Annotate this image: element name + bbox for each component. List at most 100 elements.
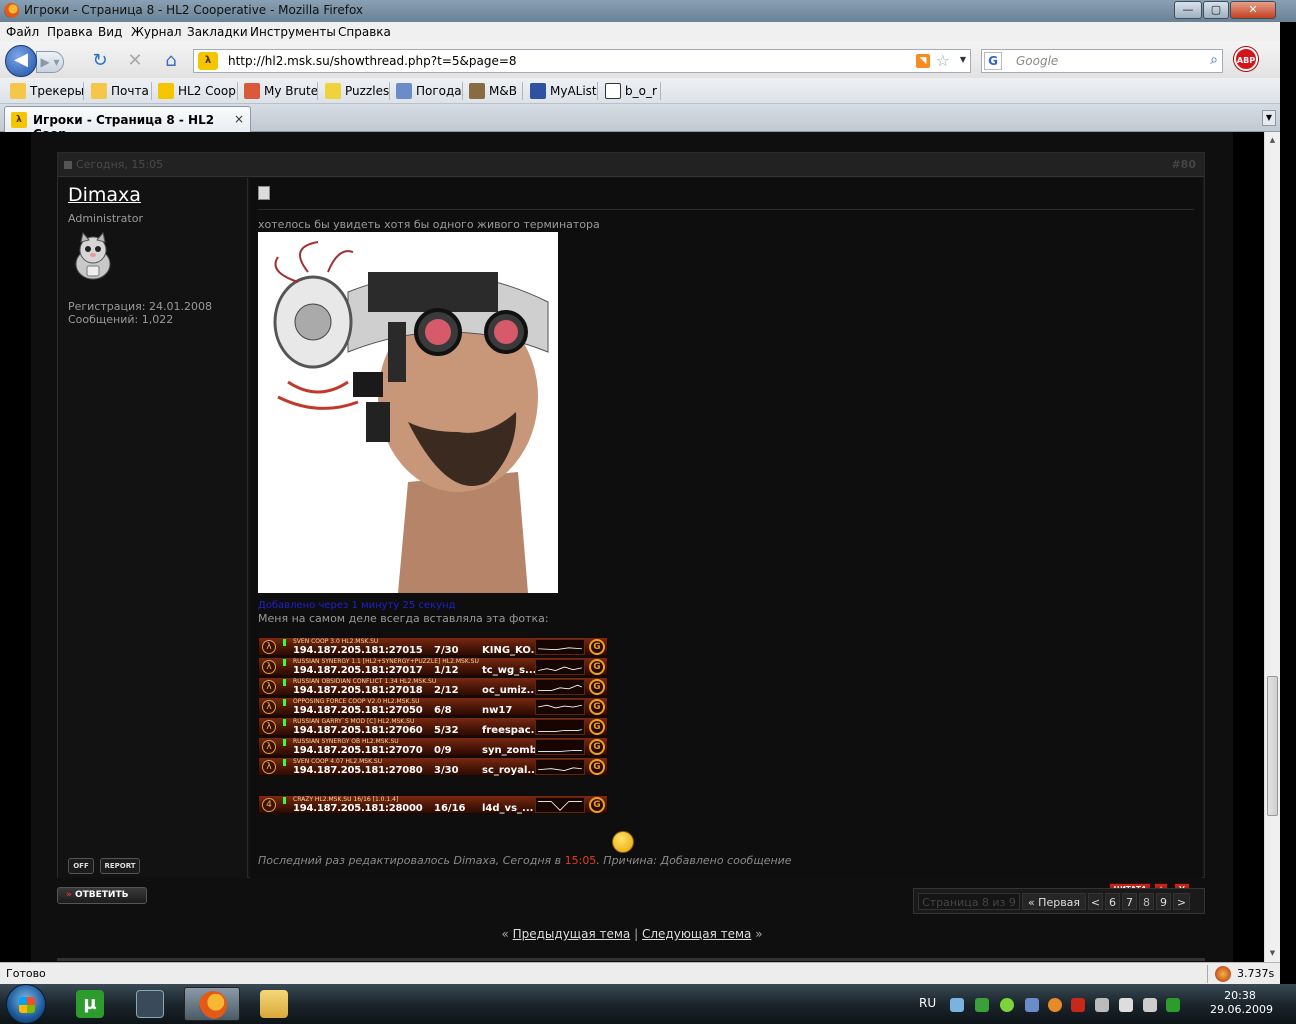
tray-utorrent-icon[interactable] (1166, 998, 1180, 1012)
tray-firefox-icon[interactable] (1048, 998, 1062, 1012)
reply-button[interactable]: » ОТВЕТИТЬ (57, 887, 147, 904)
reload-icon[interactable]: ↻ (89, 50, 111, 72)
taskbar-clock[interactable]: 20:38 29.06.2009 (1210, 989, 1273, 1017)
vertical-scrollbar[interactable]: ▲ ▼ (1264, 132, 1280, 962)
puzzle-icon (325, 83, 341, 99)
bookmark-myalist[interactable]: MyAList (530, 82, 597, 100)
pager-prev[interactable]: < (1088, 893, 1103, 910)
server-banner[interactable]: 4 CRAZY HL2.MSK.SU 16/16 [1.0.1.4] 194.187… (258, 795, 608, 814)
weather-icon (396, 83, 412, 99)
tray-kmp-icon[interactable] (1025, 998, 1039, 1012)
tray-antivirus-icon[interactable] (1071, 998, 1085, 1012)
server-ip: 194.187.205.181:27018 (293, 685, 423, 696)
gametracker-icon[interactable]: G (589, 699, 605, 715)
windows-taskbar: µ RU 20:38 29.06.2009 (0, 984, 1296, 1024)
post-number[interactable]: #80 (1171, 158, 1196, 171)
tray-flag-icon[interactable] (1119, 998, 1133, 1012)
author-name[interactable]: Dimaxa (68, 184, 141, 206)
bookmark-bor[interactable]: b_o_r (605, 82, 657, 100)
google-icon[interactable]: G (984, 52, 1002, 70)
server-banner[interactable]: λ SVEN COOP 3.0 HL2.MSK.SU 194.187.205.181… (258, 637, 608, 656)
player-graph (535, 699, 585, 715)
bookmark-mb[interactable]: M&B (469, 82, 517, 100)
server-banner[interactable]: λ SVEN COOP 4.07 HL2.MSK.SU 194.187.205.18… (258, 757, 608, 776)
tray-network-icon[interactable] (950, 998, 964, 1012)
taskbar-firefox[interactable] (184, 987, 240, 1021)
bookmark-mail[interactable]: Почта (91, 82, 149, 100)
gametracker-icon[interactable]: G (589, 739, 605, 755)
gametracker-icon[interactable]: G (589, 759, 605, 775)
server-banner[interactable]: λ RUSSIAN SYNERGY OB HL2.MSK.SU 194.187.20… (258, 737, 608, 756)
offline-status-button[interactable]: OFF (68, 858, 94, 874)
report-button[interactable]: REPORT (100, 858, 140, 874)
gametracker-icon[interactable]: G (589, 639, 605, 655)
language-indicator[interactable]: RU (919, 996, 936, 1010)
pager-page-9[interactable]: 9 (1156, 893, 1171, 910)
close-window-button[interactable]: ✕ (1230, 1, 1276, 19)
server-name: RUSSIAN SYNERGY 1.1 [HL2+SYNERGY+PUZZLE]… (293, 658, 479, 665)
server-map: tc_wg_s... (482, 665, 537, 676)
gametracker-icon[interactable]: G (589, 679, 605, 695)
forward-button[interactable]: ▶ ▾ (36, 51, 64, 73)
game-icon: λ (262, 700, 276, 714)
search-input[interactable]: Google (1016, 54, 1058, 68)
bookmark-puzzles[interactable]: Puzzles (325, 82, 389, 100)
bookmark-weather[interactable]: Погода (396, 82, 462, 100)
url-dropdown-icon[interactable]: ▼ (960, 55, 966, 64)
server-banner[interactable]: λ OPPOSING FORCE COOP V2.0 HL2.MSK.SU 194.… (258, 697, 608, 716)
pager-first[interactable]: « Первая (1022, 893, 1086, 910)
post-image-cyborg-head[interactable] (258, 232, 558, 593)
bookmark-trackers[interactable]: Трекеры (10, 82, 84, 100)
tray-icq-icon[interactable] (1000, 998, 1014, 1012)
menu-help[interactable]: Справка (338, 25, 391, 39)
tab-list-dropdown[interactable]: ▼ (1262, 110, 1276, 126)
server-name: SVEN COOP 4.07 HL2.MSK.SU (293, 758, 383, 765)
bookmark-mybrute[interactable]: My Brute (244, 82, 318, 100)
stop-icon[interactable]: ✕ (124, 50, 146, 72)
start-button[interactable] (6, 984, 46, 1024)
bookmark-star-icon[interactable]: ☆ (936, 51, 950, 70)
avatar[interactable] (68, 232, 118, 282)
search-bar[interactable]: G Google ⌕ (981, 49, 1223, 73)
tab-active[interactable]: λ Игроки - Страница 8 - HL2 Coop... × (4, 106, 251, 141)
rss-icon[interactable]: ◥ (916, 54, 930, 68)
gametracker-icon[interactable]: G (589, 719, 605, 735)
pager-page-7[interactable]: 7 (1122, 893, 1137, 910)
maximize-button[interactable]: ▢ (1203, 1, 1229, 19)
taskbar-kmplayer[interactable] (122, 987, 178, 1021)
server-banner[interactable]: λ RUSSIAN SYNERGY 1.1 [HL2+SYNERGY+PUZZLE… (258, 657, 608, 676)
back-button[interactable]: ◀ (5, 45, 37, 77)
tray-app-icon[interactable] (975, 998, 989, 1012)
url-bar[interactable]: λ http://hl2.msk.su/showthread.php?t=5&p… (193, 49, 971, 73)
next-thread-link[interactable]: Следующая тема (642, 927, 751, 941)
server-banner[interactable]: λ RUSSIAN GARRY`S MOD [C] HL2.MSK.SU 194.1… (258, 717, 608, 736)
bookmark-hl2coop[interactable]: HL2 Coop (158, 82, 236, 100)
menu-tools[interactable]: Инструменты (250, 25, 336, 39)
gametracker-icon[interactable]: G (589, 797, 605, 813)
tray-volume-icon[interactable] (1143, 998, 1157, 1012)
search-icon[interactable]: ⌕ (1210, 52, 1218, 68)
previous-thread-link[interactable]: Предыдущая тема (513, 927, 631, 941)
b-icon (605, 83, 621, 99)
tray-device-icon[interactable] (1095, 998, 1109, 1012)
menu-history[interactable]: Журнал (131, 25, 182, 39)
home-icon[interactable]: ⌂ (160, 50, 182, 72)
taskbar-utorrent[interactable]: µ (62, 987, 118, 1021)
menu-edit[interactable]: Правка (47, 25, 93, 39)
close-tab-icon[interactable]: × (234, 112, 244, 126)
scroll-up-icon[interactable]: ▲ (1265, 132, 1280, 149)
adblock-icon[interactable]: ABP (1234, 47, 1258, 71)
menu-view[interactable]: Вид (98, 25, 122, 39)
server-banner[interactable]: λ RUSSIAN OBSIDIAN CONFLICT 1.34 HL2.MSK.… (258, 677, 608, 696)
pager-page-6[interactable]: 6 (1105, 893, 1120, 910)
menu-file[interactable]: Файл (6, 25, 39, 39)
scroll-down-icon[interactable]: ▼ (1265, 945, 1280, 962)
gametracker-icon[interactable]: G (589, 659, 605, 675)
minimize-button[interactable]: — (1174, 1, 1202, 19)
url-text[interactable]: http://hl2.msk.su/showthread.php?t=5&pag… (228, 54, 517, 68)
menu-bookmarks[interactable]: Закладки (187, 25, 248, 39)
scroll-thumb[interactable] (1267, 676, 1278, 816)
taskbar-explorer[interactable] (246, 987, 302, 1021)
bookmark-separator (660, 82, 661, 100)
pager-next[interactable]: > (1173, 893, 1190, 910)
